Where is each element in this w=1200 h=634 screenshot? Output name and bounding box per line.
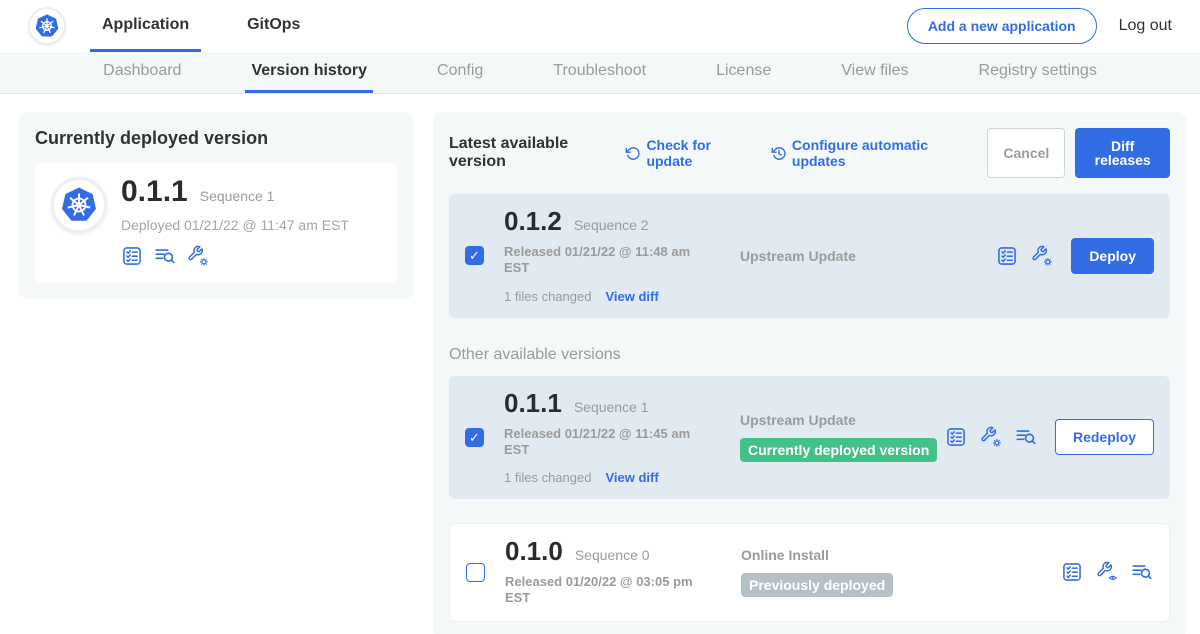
- subnav-troubleshoot[interactable]: Troubleshoot: [547, 52, 652, 93]
- version-actions: [1061, 561, 1153, 583]
- version-checkbox[interactable]: [466, 563, 485, 582]
- version-number: 0.1.0: [505, 538, 563, 564]
- current-version-details: 0.1.1 Sequence 1 Deployed 01/21/22 @ 11:…: [121, 177, 349, 267]
- subnav-config[interactable]: Config: [431, 52, 489, 93]
- add-application-button[interactable]: Add a new application: [907, 8, 1097, 44]
- version-checkbox[interactable]: [465, 428, 484, 447]
- files-changed-label: 1 files changed: [504, 289, 591, 304]
- version-info: 0.1.1 Sequence 1 Released 01/21/22 @ 11:…: [504, 390, 704, 486]
- latest-version-header: Latest available version Check for updat…: [449, 128, 1170, 178]
- version-actions: Deploy: [996, 238, 1154, 274]
- kubernetes-logo-icon: [33, 12, 61, 40]
- version-released-at: Released 01/21/22 @ 11:48 am EST: [504, 244, 704, 277]
- app-logo: [28, 7, 66, 45]
- version-info: 0.1.0 Sequence 0 Released 01/20/22 @ 03:…: [505, 538, 705, 607]
- source-label: Upstream Update: [740, 248, 996, 264]
- tab-application[interactable]: Application: [90, 0, 201, 52]
- source-label: Online Install: [741, 547, 1061, 563]
- header-actions: Cancel Diff releases: [987, 128, 1170, 178]
- logout-link[interactable]: Log out: [1119, 17, 1172, 35]
- version-number: 0.1.1: [504, 390, 562, 416]
- current-version-actions: [121, 245, 349, 267]
- preflight-checks-icon[interactable]: [996, 245, 1018, 267]
- tab-gitops[interactable]: GitOps: [235, 0, 312, 52]
- version-row-0-1-2: 0.1.2 Sequence 2 Released 01/21/22 @ 11:…: [449, 194, 1170, 318]
- app-subnav: Dashboard Version history Config Trouble…: [0, 52, 1200, 94]
- subnav-license[interactable]: License: [710, 52, 777, 93]
- top-tabs: Application GitOps: [90, 0, 312, 52]
- redeploy-button[interactable]: Redeploy: [1055, 419, 1154, 455]
- version-number: 0.1.2: [504, 208, 562, 234]
- diff-releases-button[interactable]: Diff releases: [1075, 128, 1170, 178]
- version-row-0-1-0: 0.1.0 Sequence 0 Released 01/20/22 @ 03:…: [449, 523, 1170, 622]
- app-icon-badge: [51, 177, 107, 233]
- deploy-logs-icon[interactable]: [154, 245, 176, 267]
- configure-auto-updates-link[interactable]: Configure automatic updates: [771, 137, 966, 169]
- version-row-0-1-1: 0.1.1 Sequence 1 Released 01/21/22 @ 11:…: [449, 376, 1170, 500]
- config-gear-icon[interactable]: [1031, 245, 1053, 267]
- preflight-checks-icon[interactable]: [945, 426, 967, 448]
- subnav-view-files[interactable]: View files: [835, 52, 914, 93]
- view-diff-link[interactable]: View diff: [605, 289, 658, 304]
- version-source: Upstream Update Currently deployed versi…: [740, 412, 945, 462]
- current-version-panel: Currently deployed version 0.1.1 Sequenc…: [19, 112, 413, 299]
- configure-auto-updates-label: Configure automatic updates: [792, 137, 965, 169]
- config-gear-icon[interactable]: [980, 426, 1002, 448]
- current-version-deployed-at: Deployed 01/21/22 @ 11:47 am EST: [121, 217, 349, 233]
- files-changed-label: 1 files changed: [504, 470, 591, 485]
- refresh-icon: [625, 145, 640, 162]
- subnav-version-history[interactable]: Version history: [245, 52, 373, 93]
- version-source: Online Install Previously deployed: [741, 547, 1061, 597]
- other-versions-title: Other available versions: [449, 346, 1170, 364]
- currently-deployed-badge: Currently deployed version: [740, 438, 937, 462]
- version-sequence: Sequence 2: [574, 217, 649, 233]
- version-sequence: Sequence 1: [574, 399, 649, 415]
- current-version-title: Currently deployed version: [35, 128, 397, 149]
- version-released-at: Released 01/20/22 @ 03:05 pm EST: [505, 574, 705, 607]
- check-for-update-link[interactable]: Check for update: [625, 137, 748, 169]
- current-version-number: 0.1.1: [121, 177, 188, 207]
- latest-version-title: Latest available version: [449, 135, 611, 171]
- preflight-checks-icon[interactable]: [1061, 561, 1083, 583]
- config-gear-icon[interactable]: [187, 245, 209, 267]
- current-version-sequence: Sequence 1: [200, 188, 275, 204]
- version-released-at: Released 01/21/22 @ 11:45 am EST: [504, 426, 704, 459]
- subnav-dashboard[interactable]: Dashboard: [97, 52, 187, 93]
- version-history-panel: Latest available version Check for updat…: [433, 112, 1186, 634]
- cancel-button[interactable]: Cancel: [987, 128, 1065, 178]
- version-source: Upstream Update: [740, 248, 996, 264]
- view-diff-link[interactable]: View diff: [605, 470, 658, 485]
- deploy-button[interactable]: Deploy: [1071, 238, 1154, 274]
- version-actions: Redeploy: [945, 419, 1154, 455]
- version-sequence: Sequence 0: [575, 547, 650, 563]
- preflight-checks-icon[interactable]: [121, 245, 143, 267]
- version-checkbox[interactable]: [465, 246, 484, 265]
- kubernetes-logo-icon: [58, 184, 100, 226]
- main-content: Currently deployed version 0.1.1 Sequenc…: [0, 94, 1200, 634]
- version-info: 0.1.2 Sequence 2 Released 01/21/22 @ 11:…: [504, 208, 704, 304]
- top-bar: Application GitOps Add a new application…: [0, 0, 1200, 52]
- config-view-icon[interactable]: [1096, 561, 1118, 583]
- schedule-icon: [771, 145, 786, 162]
- check-for-update-label: Check for update: [646, 137, 748, 169]
- deploy-logs-icon[interactable]: [1131, 561, 1153, 583]
- deploy-logs-icon[interactable]: [1015, 426, 1037, 448]
- source-label: Upstream Update: [740, 412, 945, 428]
- previously-deployed-badge: Previously deployed: [741, 573, 893, 597]
- topbar-right: Add a new application Log out: [907, 0, 1172, 52]
- current-version-card: 0.1.1 Sequence 1 Deployed 01/21/22 @ 11:…: [35, 163, 397, 283]
- subnav-registry-settings[interactable]: Registry settings: [973, 52, 1103, 93]
